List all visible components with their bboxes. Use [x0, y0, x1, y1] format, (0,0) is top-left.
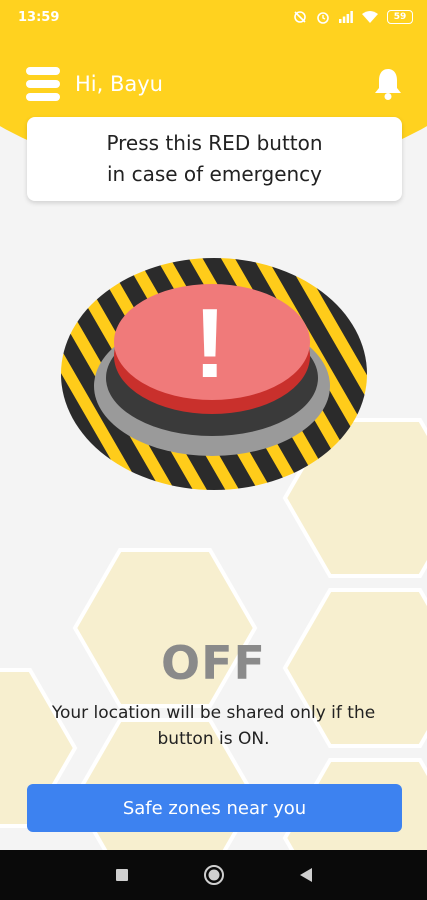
instruction-line-2: in case of emergency [106, 162, 323, 186]
instruction-card: Press this RED button in case of emergen… [27, 117, 402, 201]
signal-icon [339, 11, 353, 23]
button-state-label: OFF [161, 636, 266, 690]
safe-zones-button[interactable]: Safe zones near you [27, 784, 402, 832]
alarm-icon [317, 12, 329, 24]
location-sharing-note: Your location will be shared only if the… [51, 703, 376, 749]
wifi-icon [362, 11, 378, 23]
panic-button[interactable]: ! [58, 256, 370, 496]
status-time: 13:59 [18, 9, 60, 25]
exclamation-icon: ! [194, 288, 227, 398]
back-icon[interactable] [291, 860, 321, 890]
battery-level: 59 [393, 12, 407, 22]
system-navigation-bar [0, 850, 427, 900]
home-icon[interactable] [199, 860, 229, 890]
app-header: Hi, Bayu [0, 62, 427, 106]
bell-icon[interactable] [371, 64, 405, 104]
battery-icon: 59 [387, 10, 413, 24]
status-bar: 13:59 59 [0, 0, 427, 34]
hamburger-menu-icon[interactable] [26, 66, 62, 102]
recent-apps-icon[interactable] [107, 860, 137, 890]
status-icons: 59 [293, 10, 413, 24]
alarm-off-icon [294, 11, 306, 23]
greeting-text: Hi, Bayu [75, 72, 163, 96]
instruction-line-1: Press this RED button [106, 131, 323, 155]
